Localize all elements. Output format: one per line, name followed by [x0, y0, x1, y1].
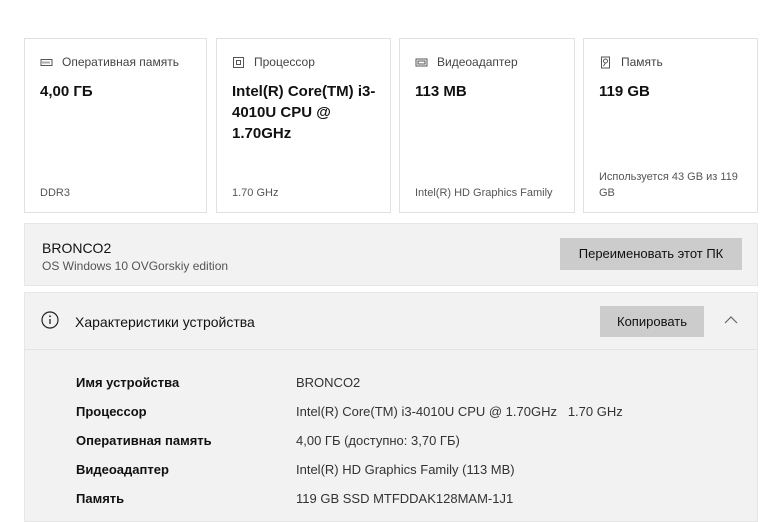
device-name-panel: BRONCO2 OS Windows 10 OVGorskiy edition …	[24, 223, 758, 286]
spec-value: Intel(R) Core(TM) i3-4010U CPU @ 1.70GHz…	[296, 404, 623, 419]
storage-card-value: 119 GB	[599, 83, 650, 100]
spec-key: Память	[76, 491, 125, 506]
chevron-up-icon[interactable]	[723, 312, 739, 328]
gpu-card-value: 113 MB	[415, 83, 467, 100]
storage-icon	[601, 56, 610, 68]
ram-card-value: 4,00 ГБ	[40, 83, 93, 100]
cpu-card-value: Intel(R) Core(TM) i3-4010U CPU @ 1.70GHz	[232, 83, 376, 142]
gpu-card-header: Видеоадаптер	[415, 55, 518, 69]
device-name: BRONCO2	[42, 240, 112, 256]
device-specs-panel: Характеристики устройства Копировать Имя…	[24, 292, 758, 522]
spec-value: 119 GB SSD MTFDDAK128MAM-1J1	[296, 491, 514, 506]
gpu-card-footer: Intel(R) HD Graphics Family	[415, 187, 553, 199]
cpu-card-title: Процессор	[254, 55, 315, 69]
ram-card-header: Оперативная память	[40, 55, 179, 69]
cpu-card-header: Процессор	[232, 55, 315, 69]
gpu-icon	[415, 58, 428, 66]
device-specs-header[interactable]: Характеристики устройства Копировать	[25, 293, 757, 350]
gpu-card-title: Видеоадаптер	[437, 55, 518, 69]
spec-value: Intel(R) HD Graphics Family (113 MB)	[296, 462, 515, 477]
rename-pc-button[interactable]: Переименовать этот ПК	[560, 238, 742, 270]
spec-key: Оперативная память	[76, 433, 212, 448]
spec-value: 4,00 ГБ (доступно: 3,70 ГБ)	[296, 433, 460, 448]
storage-card-title: Память	[621, 55, 663, 69]
spec-value: BRONCO2	[296, 375, 361, 390]
cpu-card: Процессор Intel(R) Core(TM) i3-4010U CPU…	[216, 38, 391, 213]
ram-card-title: Оперативная память	[62, 55, 179, 69]
info-icon	[41, 311, 59, 329]
copy-button[interactable]: Копировать	[600, 306, 704, 337]
spec-key: Имя устройства	[76, 375, 180, 390]
storage-card-footer: Используется 43 GB из 119 GB	[599, 171, 738, 199]
storage-card: Память 119 GB Используется 43 GB из 119 …	[583, 38, 758, 213]
ram-card: Оперативная память 4,00 ГБ DDR3	[24, 38, 207, 213]
ram-icon	[40, 58, 53, 66]
device-specs-title: Характеристики устройства	[75, 314, 255, 330]
gpu-card: Видеоадаптер 113 MB Intel(R) HD Graphics…	[399, 38, 575, 213]
cpu-icon	[233, 56, 244, 68]
cpu-card-footer: 1.70 GHz	[232, 187, 279, 199]
storage-card-header: Память	[599, 55, 663, 69]
spec-key: Видеоадаптер	[76, 462, 169, 477]
summary-cards: Оперативная память 4,00 ГБ DDR3 Процессо…	[24, 38, 758, 215]
ram-card-footer: DDR3	[40, 187, 70, 199]
device-os: OS Windows 10 OVGorskiy edition	[42, 259, 229, 273]
spec-key: Процессор	[76, 404, 147, 419]
